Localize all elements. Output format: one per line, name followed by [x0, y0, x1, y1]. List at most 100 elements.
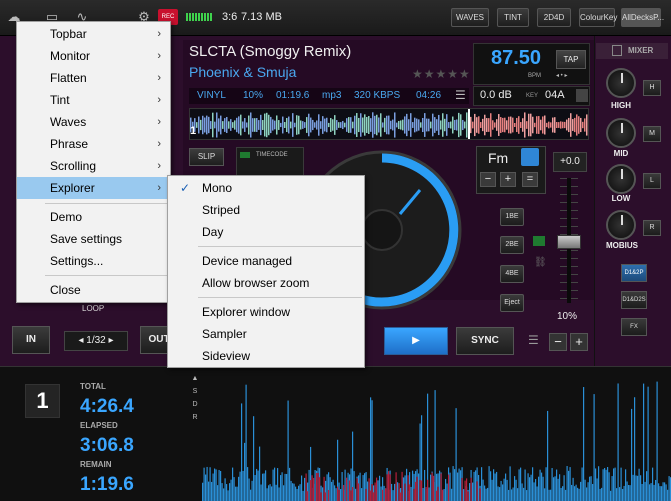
- tint-button[interactable]: TINT: [497, 8, 529, 27]
- overview-bar: [628, 484, 630, 501]
- overview-r-button[interactable]: R: [190, 411, 200, 424]
- track-waveform[interactable]: [189, 108, 589, 140]
- submenu-item-allow-browser-zoom[interactable]: Allow browser zoom: [168, 272, 364, 294]
- waveform-bar: [236, 117, 238, 133]
- mobius-button[interactable]: R: [643, 220, 661, 236]
- waveform-bar: [334, 115, 336, 135]
- overview-d-button[interactable]: D: [190, 398, 200, 411]
- submenu-item-explorer-window[interactable]: Explorer window: [168, 301, 364, 323]
- loop-in-button[interactable]: IN: [12, 326, 50, 354]
- overview-bar: [260, 484, 262, 501]
- loop-2-beat-button[interactable]: 2BE: [500, 236, 524, 254]
- info-menu-icon[interactable]: ☰: [455, 88, 466, 102]
- overview-bar: [523, 487, 525, 501]
- menu-item-tint[interactable]: Tint ›: [17, 89, 170, 111]
- d1d2s-button[interactable]: D1&D2S: [621, 291, 647, 309]
- overview-bar: [308, 469, 310, 501]
- colourkey-button[interactable]: ColourKey: [579, 8, 617, 27]
- overview-bar: [341, 472, 343, 501]
- menu-item-waves[interactable]: Waves ›: [17, 111, 170, 133]
- overview-bar: [616, 488, 618, 501]
- slip-button[interactable]: SLIP: [189, 148, 224, 166]
- menu-item-flatten[interactable]: Flatten ›: [17, 67, 170, 89]
- submenu-item-sideview[interactable]: Sideview: [168, 345, 364, 367]
- track-title: SLCTA (Smoggy Remix): [189, 43, 352, 60]
- key-lock-icon[interactable]: [521, 148, 539, 166]
- key-minus-button[interactable]: −: [480, 172, 496, 187]
- pitch-fader-handle[interactable]: [557, 235, 581, 249]
- link-icon[interactable]: ⛓: [534, 257, 547, 268]
- overview-bar: [218, 470, 220, 501]
- overview-s-button[interactable]: S: [190, 385, 200, 398]
- eject-button[interactable]: Eject: [500, 294, 524, 312]
- key-reset-button[interactable]: =: [522, 172, 538, 187]
- d1d2p-button[interactable]: D1&2P: [621, 264, 647, 282]
- pitch-plus-button[interactable]: +: [570, 333, 588, 351]
- eq-high-kill-button[interactable]: H: [643, 80, 661, 96]
- key-plus-button[interactable]: +: [500, 172, 516, 187]
- loop-size-right-arrow[interactable]: ▸: [106, 335, 114, 346]
- overview-bar-accent: [338, 489, 340, 501]
- mixer-icon[interactable]: [612, 45, 622, 56]
- pitch-percent: 10%: [243, 90, 264, 101]
- waveform-bar: [210, 121, 212, 129]
- menu-item-phrase[interactable]: Phrase ›: [17, 133, 170, 155]
- submenu-item-striped[interactable]: Striped: [168, 199, 364, 221]
- overview-bar: [605, 469, 607, 501]
- deck-menu-icon[interactable]: ☰: [528, 333, 539, 347]
- eq-high-knob[interactable]: [606, 68, 636, 98]
- waveform-bar: [584, 118, 586, 132]
- pitch-nudge-arrows[interactable]: ◂ • ▸: [556, 72, 567, 79]
- waveform-bar: [512, 117, 514, 133]
- alldecks-button[interactable]: AllDecksP...: [621, 8, 664, 27]
- track-overview-waveform[interactable]: [182, 372, 671, 501]
- submenu-item-sampler[interactable]: Sampler: [168, 323, 364, 345]
- overview-bar: [659, 486, 661, 501]
- fx-button[interactable]: FX: [621, 318, 647, 336]
- waveform-bar: [256, 118, 258, 132]
- eq-mid-kill-button[interactable]: M: [643, 126, 661, 142]
- loop-size-selector[interactable]: ◂ 1/32 ▸: [64, 331, 128, 351]
- sync-button[interactable]: SYNC: [456, 327, 514, 355]
- waveform-bar: [480, 122, 482, 128]
- overview-bar: [583, 387, 585, 501]
- menu-item-settings[interactable]: Settings...: [17, 250, 170, 272]
- menu-item-close[interactable]: Close: [17, 279, 170, 301]
- menu-item-monitor[interactable]: Monitor ›: [17, 45, 170, 67]
- 2d4d-button[interactable]: 2D4D: [537, 8, 571, 27]
- overview-bar-accent: [325, 492, 327, 501]
- waveform-bar: [290, 121, 292, 129]
- submenu-item-device-managed[interactable]: Device managed: [168, 250, 364, 272]
- loop-1-beat-button[interactable]: 1BE: [500, 208, 524, 226]
- waves-button[interactable]: WAVES: [451, 8, 489, 27]
- gain-value: 0.0 dB: [480, 89, 512, 101]
- menu-item-save-settings[interactable]: Save settings: [17, 228, 170, 250]
- waveform-bar: [478, 116, 480, 134]
- menu-item-scrolling[interactable]: Scrolling ›: [17, 155, 170, 177]
- pitch-range[interactable]: 10%: [557, 311, 577, 322]
- overview-bar: [259, 446, 261, 501]
- eq-mid-knob[interactable]: [606, 118, 636, 148]
- overview-mode-buttons[interactable]: ▲ S D R: [190, 372, 200, 424]
- rating-stars[interactable]: ★★★★★: [412, 67, 471, 81]
- overview-bar: [226, 484, 228, 501]
- play-button[interactable]: ▶: [384, 327, 448, 355]
- overview-bar-accent: [320, 492, 322, 501]
- pitch-minus-button[interactable]: −: [549, 333, 567, 351]
- eq-low-knob[interactable]: [606, 164, 636, 194]
- waveform-bar: [314, 122, 316, 128]
- submenu-item-mono[interactable]: ✓ Mono: [168, 177, 364, 199]
- eq-low-kill-button[interactable]: L: [643, 173, 661, 189]
- tap-button[interactable]: TAP: [556, 50, 586, 69]
- waveform-bar: [586, 114, 588, 136]
- waveform-bar: [446, 114, 448, 136]
- key-menu-icon[interactable]: [576, 89, 588, 102]
- loop-4-beat-button[interactable]: 4BE: [500, 265, 524, 283]
- menu-item-topbar[interactable]: Topbar ›: [17, 23, 170, 45]
- mobius-knob[interactable]: [606, 210, 636, 240]
- menu-item-demo[interactable]: Demo: [17, 206, 170, 228]
- waveform-bar: [440, 120, 442, 130]
- overview-bar: [532, 467, 534, 501]
- menu-item-explorer[interactable]: Explorer ›: [17, 177, 170, 199]
- submenu-item-day[interactable]: Day: [168, 221, 364, 243]
